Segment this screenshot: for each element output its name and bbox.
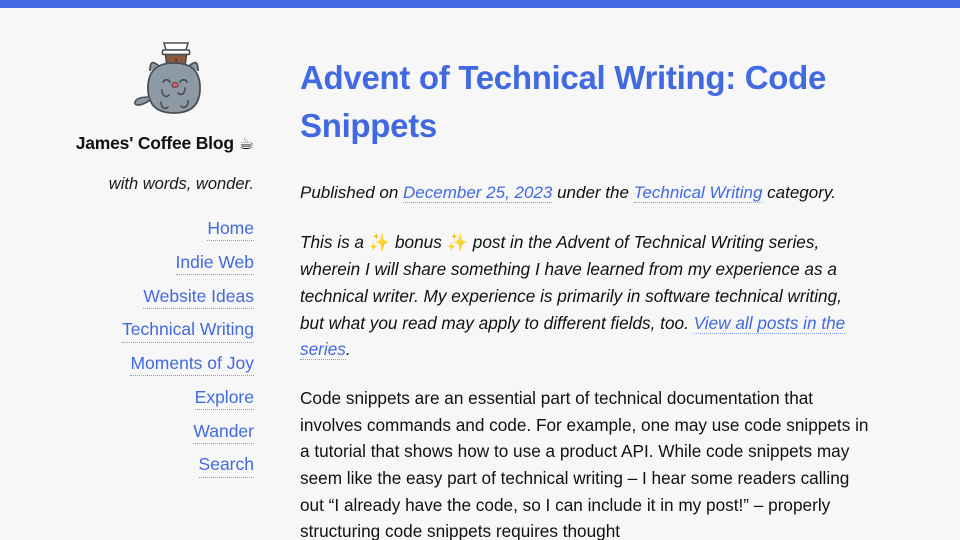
post-paragraph-1: Code snippets are an essential part of t… [300, 387, 869, 540]
intro-part-4: . [345, 339, 351, 360]
intro-part-1: This is a [300, 231, 369, 252]
sidebar-item-explore[interactable]: Explore [194, 387, 254, 411]
page-container: J James' Coffee Blog [0, 8, 960, 540]
nav-row: Technical Writing [0, 320, 254, 354]
category-link[interactable]: Technical Writing [633, 183, 763, 204]
intro-part-2: bonus [390, 231, 447, 252]
nav-row: Website Ideas [0, 286, 254, 321]
post-intro-paragraph: This is a ✨ bonus ✨ post in the Advent o… [300, 229, 870, 363]
site-title[interactable]: James' Coffee Blog ☕ [0, 130, 254, 158]
sidebar-item-home[interactable]: Home [207, 218, 254, 242]
coffee-cup-emoji-icon: ☕ [238, 134, 255, 154]
nav-row: Home [0, 218, 254, 253]
nav-row: Search [0, 455, 254, 489]
sidebar: J James' Coffee Blog [0, 38, 254, 489]
sparkles-emoji-icon: ✨ [368, 232, 391, 253]
category-suffix: category. [762, 183, 836, 203]
publish-date-link[interactable]: December 25, 2023 [403, 183, 553, 204]
top-accent-bar [0, 0, 960, 8]
sidebar-item-website-ideas[interactable]: Website Ideas [143, 286, 254, 309]
sidebar-nav: Home Indie Web Website Ideas Technical W… [0, 218, 254, 489]
under-the-text: under the [552, 183, 634, 203]
site-title-text: James' Coffee Blog [75, 133, 239, 153]
site-tagline: with words, wonder. [108, 175, 254, 194]
page-title: Advent of Technical Writing: Code Snippe… [300, 59, 827, 145]
published-prefix: Published on [300, 183, 404, 203]
sparkles-emoji-icon: ✨ [446, 232, 468, 253]
nav-row: Indie Web [0, 252, 254, 287]
nav-row: Moments of Joy [0, 353, 254, 388]
sidebar-item-indie-web[interactable]: Indie Web [175, 252, 254, 276]
sidebar-item-search[interactable]: Search [198, 455, 254, 478]
post-meta: Published on December 25, 2023 under the… [300, 180, 870, 206]
nav-row: Explore [0, 387, 254, 422]
sidebar-item-wander[interactable]: Wander [193, 421, 254, 444]
site-logo[interactable]: J [0, 38, 254, 122]
sidebar-item-technical-writing[interactable]: Technical Writing [122, 320, 254, 343]
nav-row: Wander [0, 421, 254, 456]
coffee-cat-logo-icon: J [134, 42, 201, 114]
post-content: Advent of Technical Writing: Code Snippe… [300, 54, 870, 540]
sidebar-item-moments-of-joy[interactable]: Moments of Joy [130, 353, 254, 377]
